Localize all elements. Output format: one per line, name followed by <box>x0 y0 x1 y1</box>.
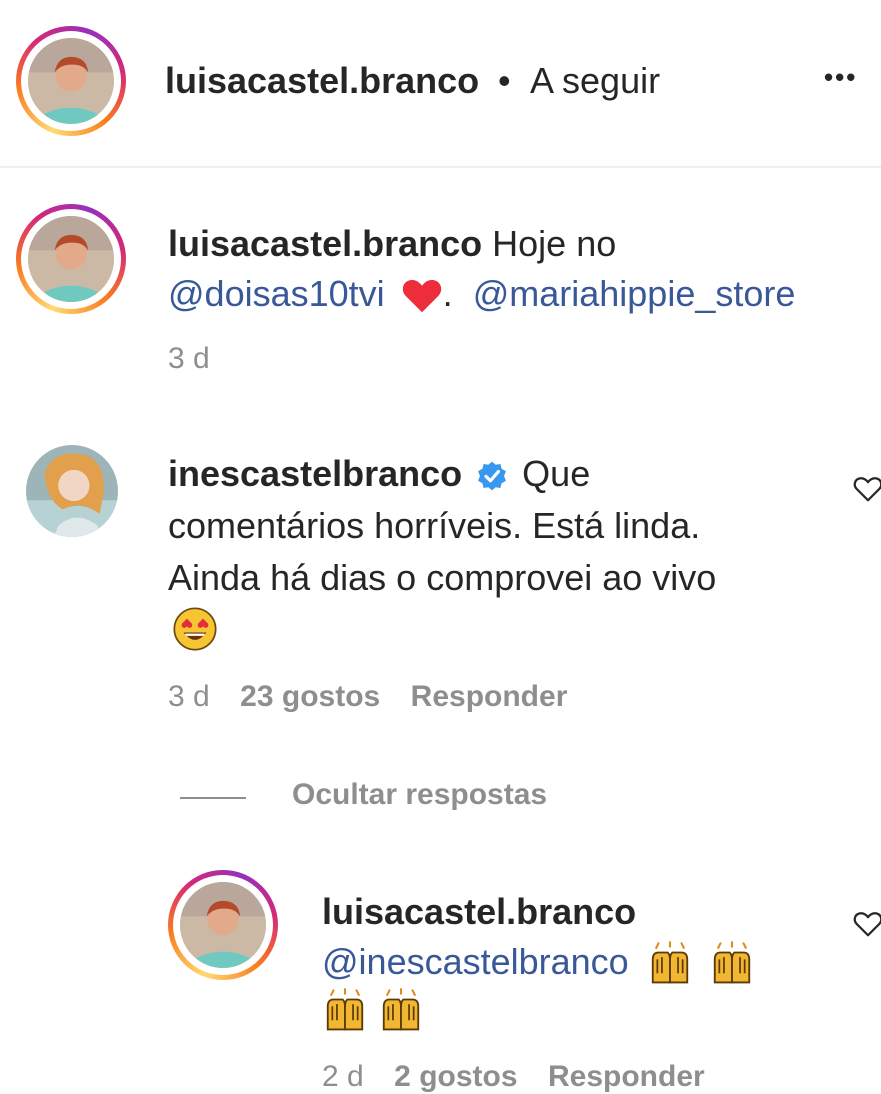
reply-mention[interactable]: @inescastelbranco <box>322 941 629 982</box>
caption-username[interactable]: luisacastel.branco <box>168 223 482 264</box>
reply-like-heart-icon[interactable] <box>853 910 881 938</box>
comment-reply-button[interactable]: Responder <box>411 680 568 713</box>
avatar-photo <box>180 882 266 968</box>
caption-mention-doisas10tvi[interactable]: @doisas10tvi <box>168 273 385 314</box>
comment-like-heart-icon[interactable] <box>853 475 881 503</box>
avatar-photo <box>26 445 118 537</box>
more-options-icon[interactable]: ••• <box>824 62 857 93</box>
raising-hands-emoji <box>383 988 420 1031</box>
header-username[interactable]: luisacastel.branco <box>165 60 479 102</box>
comment-likes[interactable]: 23 gostos <box>240 680 380 713</box>
caption-punctuation: . <box>442 273 453 314</box>
reply-avatar[interactable] <box>168 870 278 980</box>
caption-line-1: luisacastel.branco Hoje no <box>168 218 616 270</box>
verified-badge-icon <box>478 462 507 491</box>
caption-line-2: @doisas10tvi . @mariahippie_store <box>168 268 795 320</box>
reply-line-2: @inescastelbranco <box>322 936 755 988</box>
comment-meta: 3 d 23 gostos Responder <box>168 680 567 714</box>
red-heart-icon <box>402 280 441 313</box>
comment-line-1: inescastelbranco Que <box>168 448 590 500</box>
reply-reply-button[interactable]: Responder <box>548 1060 705 1093</box>
header-separator: • <box>498 60 511 101</box>
comment-time[interactable]: 3 d <box>168 680 210 713</box>
raising-hands-emoji <box>713 941 750 984</box>
commenter-avatar[interactable] <box>26 445 118 537</box>
caption-time[interactable]: 3 d <box>168 342 210 376</box>
hide-replies-label[interactable]: Ocultar respostas <box>292 778 547 812</box>
reply-likes[interactable]: 2 gostos <box>394 1060 517 1093</box>
reply-username[interactable]: luisacastel.branco <box>322 886 636 938</box>
hide-replies-line <box>180 797 246 799</box>
comment-text-3: Ainda há dias o comprovei ao vivo <box>168 557 717 598</box>
reply-time[interactable]: 2 d <box>322 1060 364 1093</box>
comment-text-2: comentários horríveis. Está linda. <box>168 505 701 546</box>
caption-avatar[interactable] <box>16 204 126 314</box>
raising-hands-emoji <box>326 988 364 1031</box>
comment-text-1: Que <box>522 453 591 494</box>
author-avatar[interactable] <box>16 26 126 136</box>
avatar-photo <box>28 216 114 302</box>
follow-status-button[interactable]: A seguir <box>530 60 660 102</box>
header-divider <box>0 166 881 168</box>
reply-line-3 <box>322 988 424 1034</box>
raising-hands-emoji <box>651 941 688 984</box>
avatar-photo <box>28 38 114 124</box>
comment-username[interactable]: inescastelbranco <box>168 453 462 494</box>
caption-text: Hoje no <box>492 223 617 264</box>
caption-mention-mariahippie[interactable]: @mariahippie_store <box>473 273 796 314</box>
reply-meta: 2 d 2 gostos Responder <box>322 1060 705 1094</box>
heart-eyes-emoji <box>173 607 217 651</box>
